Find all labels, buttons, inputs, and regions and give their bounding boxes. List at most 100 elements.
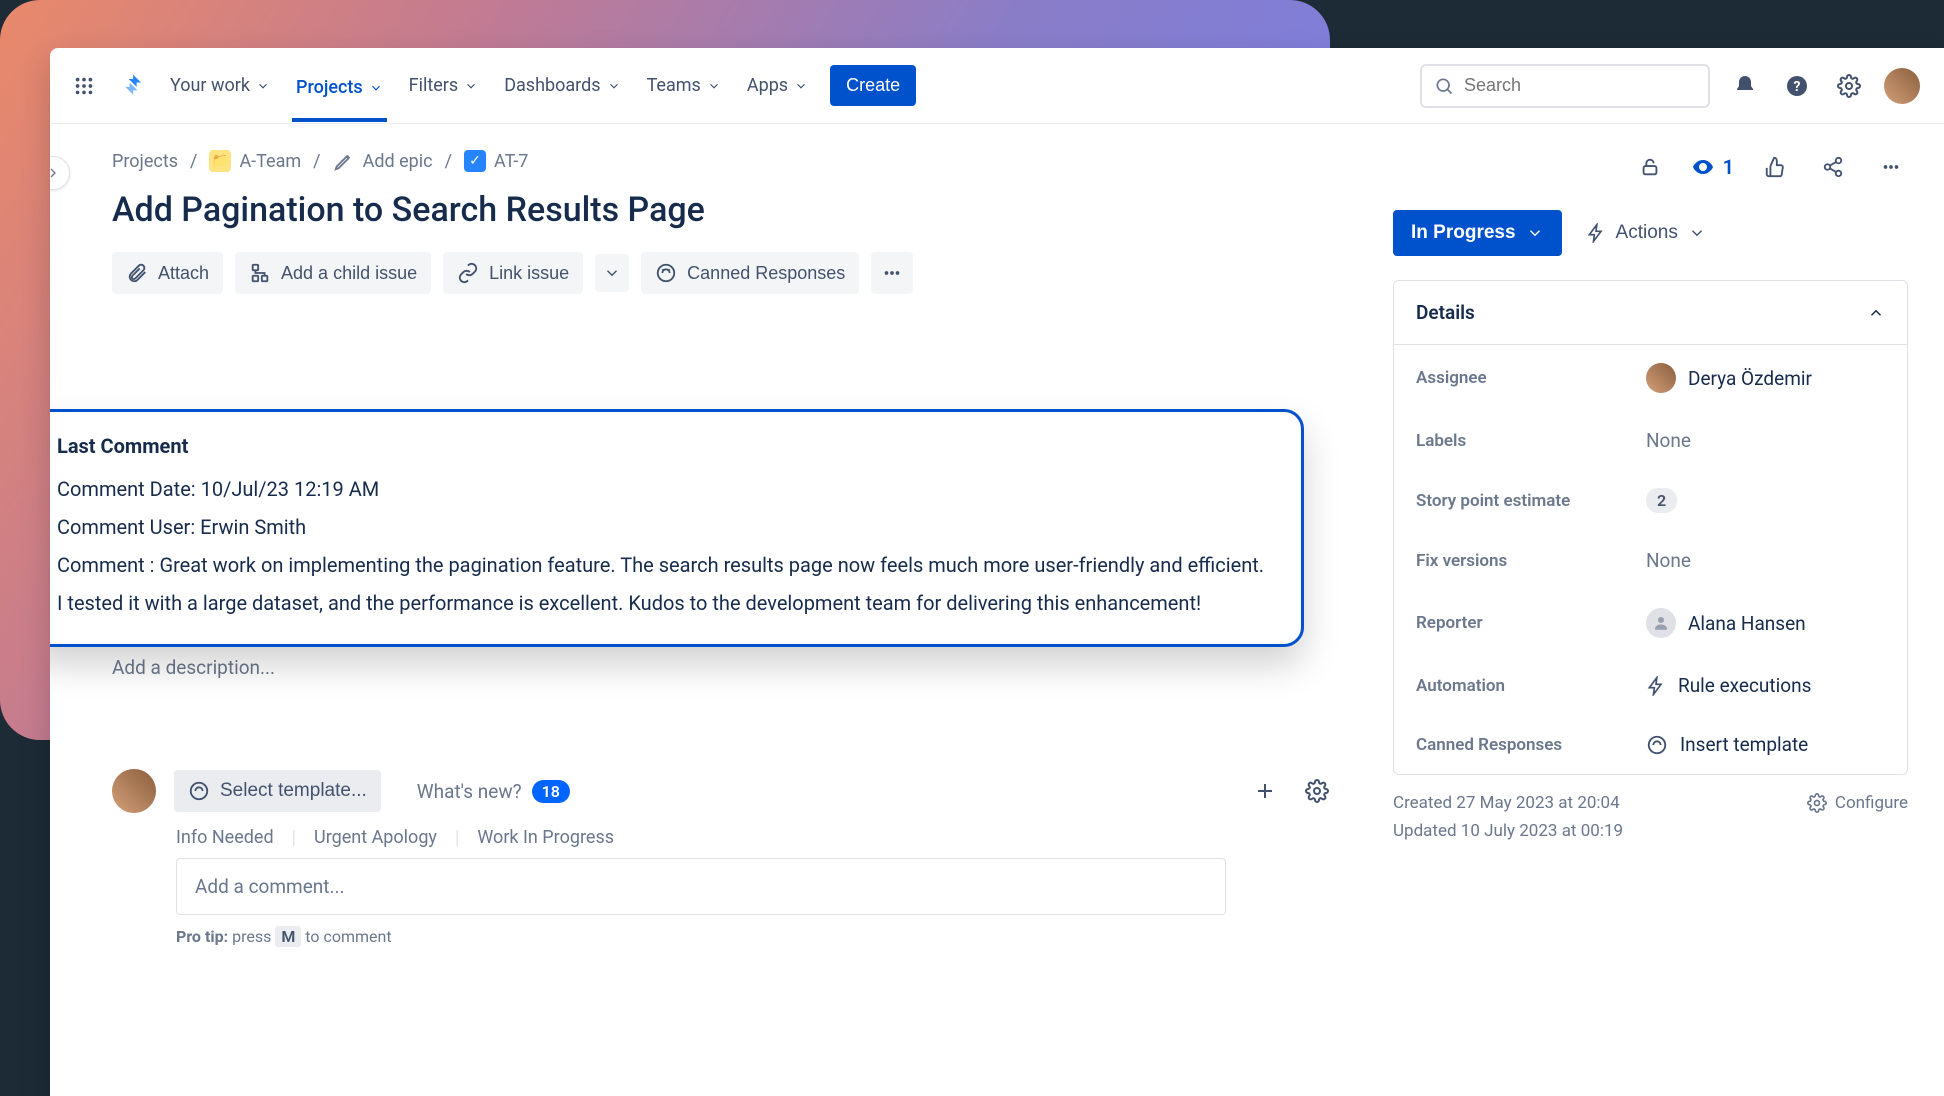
pencil-icon <box>333 150 355 172</box>
protip-prefix: Pro tip: <box>176 927 228 946</box>
breadcrumb-projects[interactable]: Projects <box>112 151 178 172</box>
detail-label: Fix versions <box>1416 551 1626 571</box>
breadcrumb: Projects / 📁 A-Team / Add epic / ✓ AT-7 <box>112 150 1334 172</box>
chevron-down-icon <box>369 81 383 95</box>
detail-label: Labels <box>1416 431 1626 451</box>
detail-storypoints[interactable]: Story point estimate 2 <box>1394 470 1907 531</box>
template-tag-info[interactable]: Info Needed <box>176 827 274 848</box>
link-icon <box>457 262 479 284</box>
breadcrumb-project[interactable]: 📁 A-Team <box>209 150 301 172</box>
issue-toolbar: Attach Add a child issue Link issue Cann… <box>112 252 1334 294</box>
nav-label: Apps <box>747 75 788 96</box>
chevron-down-icon <box>1526 224 1544 242</box>
breadcrumb-label: Add epic <box>363 151 433 172</box>
svg-text:?: ? <box>1794 79 1801 95</box>
description-placeholder[interactable]: Add a description... <box>112 656 1334 679</box>
whats-new-label: What's new? <box>417 780 522 803</box>
actions-label: Actions <box>1616 222 1678 244</box>
detail-fixversions[interactable]: Fix versions None <box>1394 531 1907 590</box>
lock-icon[interactable] <box>1633 150 1667 184</box>
task-icon: ✓ <box>464 150 486 172</box>
nav-label: Your work <box>170 75 250 96</box>
detail-reporter[interactable]: Reporter Alana Hansen <box>1394 590 1907 656</box>
whats-new-link[interactable]: What's new? 18 <box>417 780 570 803</box>
nav-projects[interactable]: Projects <box>292 69 387 122</box>
chevron-down-icon <box>603 264 621 282</box>
settings-icon[interactable] <box>1832 69 1866 103</box>
status-label: In Progress <box>1411 222 1516 244</box>
bolt-icon <box>1646 676 1666 696</box>
watch-count: 1 <box>1723 155 1734 179</box>
actions-button[interactable]: Actions <box>1586 222 1706 244</box>
canned-icon <box>655 262 677 284</box>
detail-value: None <box>1646 429 1691 452</box>
nav-label: Dashboards <box>504 75 600 96</box>
nav-label: Teams <box>647 75 701 96</box>
link-issue-button[interactable]: Link issue <box>443 252 583 294</box>
link-issue-more-button[interactable] <box>595 254 629 292</box>
more-icon[interactable] <box>1874 150 1908 184</box>
detail-labels[interactable]: Labels None <box>1394 411 1907 470</box>
canned-responses-button[interactable]: Canned Responses <box>641 252 859 294</box>
detail-automation[interactable]: Automation Rule executions <box>1394 656 1907 715</box>
detail-value: Rule executions <box>1678 674 1811 697</box>
watch-button[interactable]: 1 <box>1691 155 1734 179</box>
status-button[interactable]: In Progress <box>1393 210 1562 256</box>
chevron-up-icon <box>1867 304 1885 322</box>
updated-date: Updated 10 July 2023 at 00:19 <box>1393 821 1623 841</box>
created-date: Created 27 May 2023 at 20:04 <box>1393 793 1623 813</box>
template-tag-apology[interactable]: Urgent Apology <box>314 827 437 848</box>
configure-button[interactable]: Configure <box>1807 793 1908 813</box>
chevron-down-icon <box>607 79 621 93</box>
template-tag-wip[interactable]: Work In Progress <box>477 827 614 848</box>
button-label: Attach <box>158 263 209 284</box>
more-actions-button[interactable] <box>871 252 913 294</box>
create-button[interactable]: Create <box>830 65 916 106</box>
detail-value: None <box>1646 549 1691 572</box>
issue-title[interactable]: Add Pagination to Search Results Page <box>112 190 1334 230</box>
share-icon[interactable] <box>1816 150 1850 184</box>
breadcrumb-label: A-Team <box>239 151 301 172</box>
add-icon[interactable] <box>1248 774 1282 808</box>
protip-text: press <box>228 927 275 946</box>
help-icon[interactable]: ? <box>1780 69 1814 103</box>
attach-button[interactable]: Attach <box>112 252 223 294</box>
detail-assignee[interactable]: Assignee Derya Özdemir <box>1394 345 1907 411</box>
add-child-button[interactable]: Add a child issue <box>235 252 431 294</box>
last-comment-heading: Last Comment <box>57 434 1273 458</box>
composer-settings-icon[interactable] <box>1300 774 1334 808</box>
button-label: Select template... <box>220 780 367 802</box>
nav-dashboards[interactable]: Dashboards <box>500 67 624 104</box>
nav-teams[interactable]: Teams <box>643 67 725 104</box>
lc-date-label: Comment Date: <box>57 477 201 501</box>
notifications-icon[interactable] <box>1728 69 1762 103</box>
canned-icon <box>188 780 210 802</box>
like-icon[interactable] <box>1758 150 1792 184</box>
detail-value: Derya Özdemir <box>1688 367 1812 390</box>
detail-canned[interactable]: Canned Responses Insert template <box>1394 715 1907 774</box>
profile-avatar[interactable] <box>1884 68 1920 104</box>
breadcrumb-separator: / <box>445 151 452 172</box>
button-label: Link issue <box>489 263 569 284</box>
jira-logo-icon[interactable] <box>120 72 148 100</box>
gear-icon <box>1807 793 1827 813</box>
comment-input[interactable]: Add a comment... <box>176 858 1226 915</box>
child-issue-icon <box>249 262 271 284</box>
nav-your-work[interactable]: Your work <box>166 67 274 104</box>
nav-filters[interactable]: Filters <box>405 67 483 104</box>
select-template-button[interactable]: Select template... <box>174 770 381 812</box>
chevron-down-icon <box>707 79 721 93</box>
button-label: Add a child issue <box>281 263 417 284</box>
details-header[interactable]: Details <box>1394 281 1907 345</box>
breadcrumb-separator: / <box>313 151 320 172</box>
pro-tip: Pro tip: press M to comment <box>176 927 1334 946</box>
lc-user-value: Erwin Smith <box>200 515 306 539</box>
search-field[interactable] <box>1464 75 1696 96</box>
app-switcher-icon[interactable] <box>66 68 102 104</box>
breadcrumb-add-epic[interactable]: Add epic <box>333 150 433 172</box>
nav-apps[interactable]: Apps <box>743 67 812 104</box>
search-input[interactable] <box>1420 64 1710 108</box>
lc-body-value: Great work on implementing the paginatio… <box>57 553 1264 615</box>
reporter-avatar <box>1646 608 1676 638</box>
breadcrumb-issue-key[interactable]: ✓ AT-7 <box>464 150 528 172</box>
